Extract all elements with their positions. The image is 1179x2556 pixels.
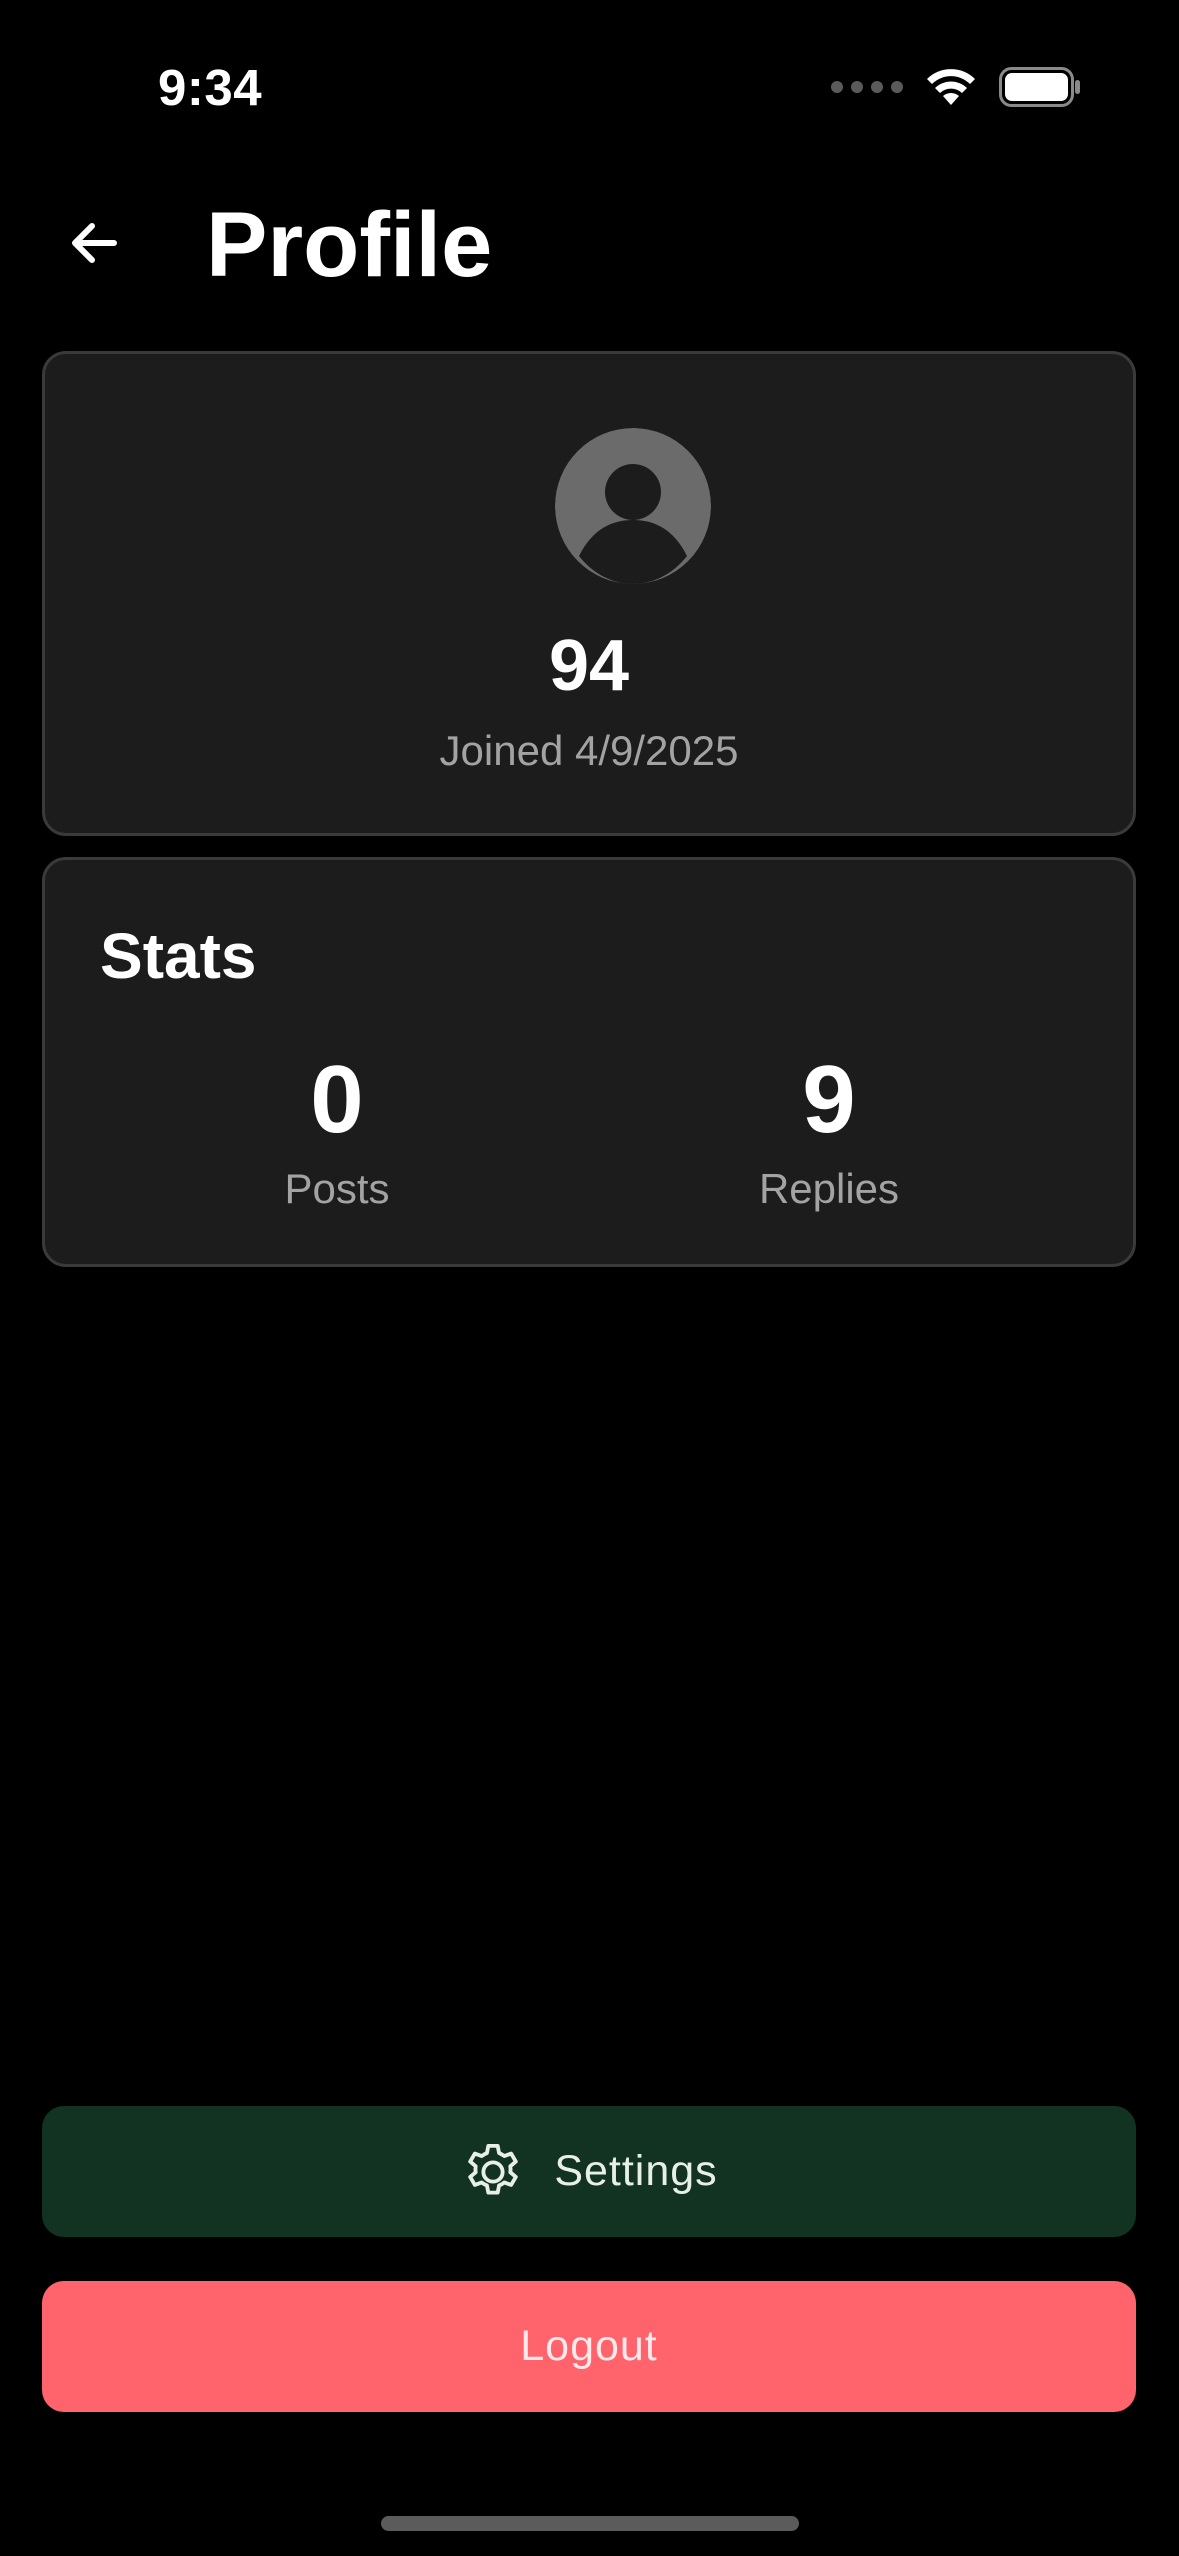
home-indicator[interactable] — [381, 2516, 799, 2531]
stats-title: Stats — [100, 920, 257, 992]
logout-button[interactable]: Logout — [42, 2281, 1136, 2412]
stat-replies: 9 Replies — [649, 1050, 1009, 1214]
battery-icon — [999, 67, 1080, 107]
settings-button[interactable]: Settings — [42, 2106, 1136, 2237]
profile-card: 94 Joined 4/9/2025 — [42, 351, 1136, 836]
replies-count: 9 — [802, 1046, 856, 1153]
username: 94 — [548, 626, 630, 706]
joined-date: Joined 4/9/2025 — [439, 727, 739, 774]
wifi-icon — [927, 69, 975, 105]
arrow-left-icon — [72, 223, 117, 263]
posts-count: 0 — [310, 1046, 364, 1153]
logout-label: Logout — [520, 2322, 658, 2370]
status-bar: 9:34 — [0, 0, 1179, 170]
stat-posts: 0 Posts — [157, 1050, 517, 1214]
user-placeholder-icon — [555, 428, 711, 584]
posts-label: Posts — [284, 1165, 390, 1212]
cellular-signal-icon — [831, 81, 903, 93]
replies-label: Replies — [758, 1165, 900, 1212]
status-icons — [831, 64, 1081, 110]
gear-icon — [468, 2143, 519, 2195]
page-title: Profile — [206, 194, 493, 296]
settings-label: Settings — [554, 2147, 718, 2195]
avatar — [555, 428, 711, 584]
status-time: 9:34 — [158, 59, 263, 116]
stats-card: Stats 0 Posts 9 Replies — [42, 857, 1136, 1267]
back-button[interactable] — [55, 204, 133, 282]
